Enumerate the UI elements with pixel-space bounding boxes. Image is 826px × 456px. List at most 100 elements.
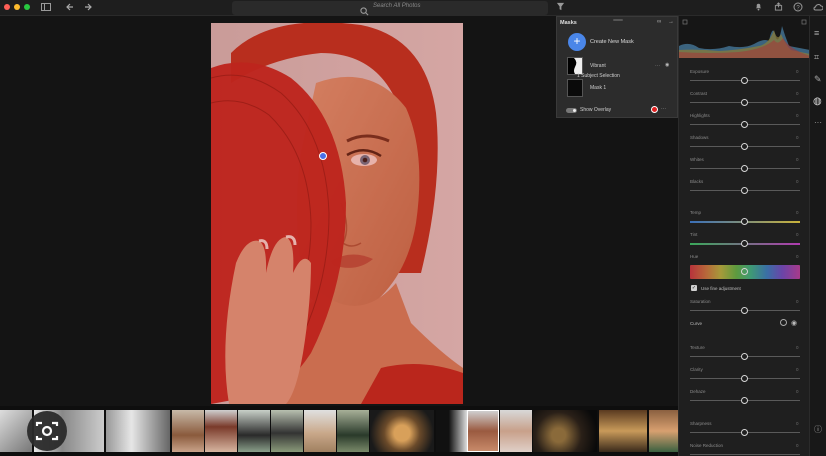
film-thumbnail[interactable] [238, 410, 270, 452]
blacks-label: Blacks [690, 179, 704, 184]
exposure-label: Exposure [690, 69, 710, 74]
cloud-icon[interactable] [812, 2, 824, 14]
curve-label[interactable]: Curve [690, 321, 702, 326]
visibility-eye-icon[interactable]: ◉ [665, 62, 669, 68]
dehaze-value[interactable]: 0 [796, 389, 799, 394]
link-icon[interactable]: ∞ [657, 19, 661, 25]
clarity-slider-knob[interactable] [741, 375, 748, 382]
curve-reset-icon[interactable] [780, 319, 787, 326]
film-thumbnail[interactable] [436, 410, 468, 452]
temp-value[interactable]: 0 [796, 210, 799, 215]
sliders-icon[interactable]: ≡ [814, 28, 819, 38]
whites-slider-knob[interactable] [741, 165, 748, 172]
clarity-label: Clarity [690, 367, 703, 372]
film-thumbnail-selected[interactable] [467, 410, 499, 452]
contrast-label: Contrast [690, 91, 708, 96]
collapse-icon[interactable]: → [668, 19, 674, 25]
mask-1-thumbnail[interactable] [567, 79, 583, 97]
highlights-value[interactable]: 0 [796, 113, 799, 118]
temp-slider-knob[interactable] [741, 218, 748, 225]
close-window-button[interactable] [4, 4, 10, 10]
more-tools-icon[interactable]: ··· [814, 118, 822, 127]
hue-value[interactable]: 0 [796, 254, 799, 259]
more-options-icon[interactable]: ··· [655, 63, 660, 69]
hue-label: Hue [690, 254, 699, 259]
film-thumbnail[interactable] [599, 410, 647, 452]
fine-adjustment-label: Use fine adjustment [701, 286, 741, 291]
contrast-slider-knob[interactable] [741, 99, 748, 106]
exposure-slider-knob[interactable] [741, 77, 748, 84]
noise-reduction-slider[interactable] [690, 454, 800, 455]
blacks-value[interactable]: 0 [796, 179, 799, 184]
shadows-value[interactable]: 0 [796, 135, 799, 140]
masking-icon[interactable]: ◍ [813, 96, 822, 107]
title-bar: Search All Photos ? [0, 0, 826, 16]
minimize-window-button[interactable] [14, 4, 20, 10]
sidebar-toggle-icon[interactable] [40, 2, 52, 14]
film-thumbnail[interactable] [337, 410, 369, 452]
zoom-window-button[interactable] [24, 4, 30, 10]
film-thumbnail[interactable] [304, 410, 336, 452]
curve-eye-icon[interactable]: ◉ [791, 319, 797, 327]
help-icon[interactable]: ? [792, 2, 804, 14]
healing-icon[interactable]: ✎ [814, 74, 822, 85]
create-new-mask-button[interactable]: + [568, 33, 586, 51]
film-thumbnail[interactable] [271, 410, 303, 452]
clarity-value[interactable]: 0 [796, 367, 799, 372]
tint-value[interactable]: 0 [796, 232, 799, 237]
film-thumbnail[interactable] [205, 410, 237, 452]
main-photo[interactable] [211, 23, 463, 404]
exposure-value[interactable]: 0 [796, 69, 799, 74]
filmstrip [0, 406, 678, 456]
adjustments-panel: Exposure 0 Contrast 0 Highlights 0 Shado… [678, 16, 810, 456]
show-overlay-label: Show Overlay [580, 107, 612, 113]
search-field[interactable]: Search All Photos [232, 1, 548, 16]
saturation-slider-knob[interactable] [741, 307, 748, 314]
bell-icon[interactable] [752, 2, 764, 14]
tint-slider-knob[interactable] [741, 240, 748, 247]
sharpness-value[interactable]: 0 [796, 421, 799, 426]
mask-1-label[interactable]: Mask 1 [590, 85, 606, 91]
tint-label: Tint [690, 232, 698, 237]
film-thumbnail[interactable] [649, 410, 678, 452]
forward-arrow-icon[interactable] [82, 2, 94, 14]
whites-value[interactable]: 0 [796, 157, 799, 162]
sharpness-slider-knob[interactable] [741, 429, 748, 436]
search-placeholder: Search All Photos [373, 3, 421, 9]
overlay-color-swatch[interactable] [651, 106, 658, 113]
histogram [679, 16, 810, 58]
noise-reduction-label: Noise Reduction [690, 443, 724, 448]
film-thumbnail[interactable] [172, 410, 204, 452]
film-thumbnail[interactable] [500, 410, 532, 452]
shadows-label: Shadows [690, 135, 709, 140]
highlights-label: Highlights [690, 113, 710, 118]
show-overlay-toggle[interactable] [566, 108, 577, 113]
overlay-more-icon[interactable]: ··· [661, 106, 666, 112]
texture-value[interactable]: 0 [796, 345, 799, 350]
camera-lens-icon [35, 421, 59, 441]
film-thumbnail[interactable] [106, 410, 170, 452]
film-thumbnail[interactable] [370, 410, 434, 452]
temp-label: Temp [690, 210, 702, 215]
highlights-slider-knob[interactable] [741, 121, 748, 128]
texture-slider-knob[interactable] [741, 353, 748, 360]
create-new-mask-label[interactable]: Create New Mask [590, 39, 634, 45]
film-thumbnail[interactable] [533, 410, 597, 452]
contrast-value[interactable]: 0 [796, 91, 799, 96]
hue-slider-knob[interactable] [741, 268, 748, 275]
back-arrow-icon[interactable] [64, 2, 76, 14]
shadows-slider-knob[interactable] [741, 143, 748, 150]
visual-search-button[interactable] [27, 411, 67, 451]
crop-icon[interactable]: ⌗ [814, 52, 819, 63]
dehaze-slider-knob[interactable] [741, 397, 748, 404]
noise-reduction-value[interactable]: 0 [796, 443, 799, 448]
blacks-slider-knob[interactable] [741, 187, 748, 194]
share-icon[interactable] [772, 2, 784, 14]
fine-adjustment-checkbox[interactable]: ✓ [691, 285, 697, 291]
info-icon[interactable]: ⓘ [814, 424, 822, 435]
mask-name[interactable]: Vibrant [590, 63, 606, 69]
filter-icon[interactable] [554, 2, 566, 14]
drag-handle[interactable] [613, 19, 623, 21]
saturation-value[interactable]: 0 [796, 299, 799, 304]
sharpness-label: Sharpness [690, 421, 712, 426]
